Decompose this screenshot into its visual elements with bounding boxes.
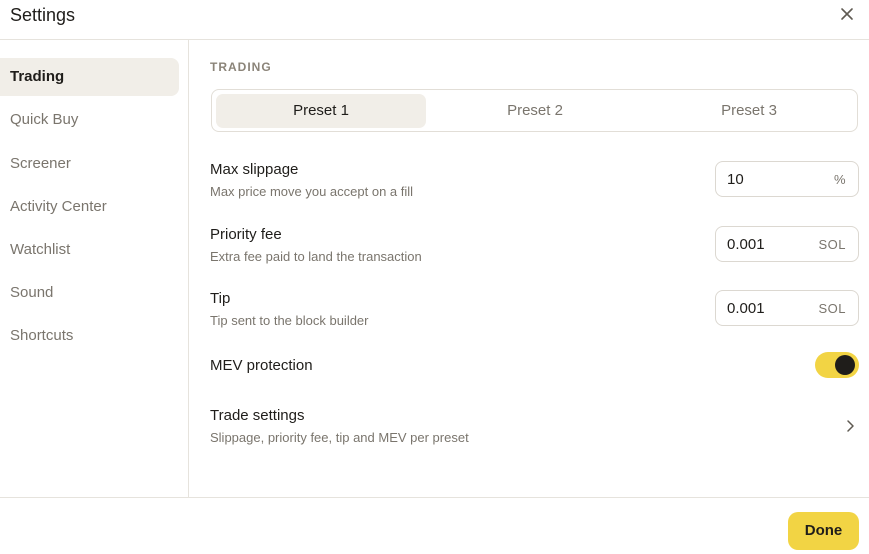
sidebar-item-watchlist[interactable]: Watchlist — [0, 231, 179, 269]
max-slippage-unit: % — [833, 172, 846, 187]
priority-fee-description: Extra fee paid to land the transaction — [210, 249, 422, 264]
tip-description: Tip sent to the block builder — [210, 313, 369, 328]
tab-preset-3[interactable]: Preset 3 — [644, 94, 854, 128]
sidebar-item-trading[interactable]: Trading — [0, 58, 179, 96]
tip-unit: SOL — [818, 301, 846, 316]
sidebar-item-sound[interactable]: Sound — [0, 274, 179, 312]
tip-input[interactable]: 0.001 SOL — [715, 290, 859, 326]
max-slippage-value: 10 — [727, 171, 744, 188]
sidebar-item-screener[interactable]: Screener — [0, 145, 179, 183]
trading-settings-panel: TRADING Preset 1 Preset 2 Preset 3 Max s… — [189, 40, 869, 497]
done-button[interactable]: Done — [788, 512, 859, 550]
close-icon[interactable] — [837, 4, 857, 24]
settings-sidebar: Trading Quick Buy Screener Activity Cent… — [0, 40, 189, 497]
tab-preset-2[interactable]: Preset 2 — [430, 94, 640, 128]
sidebar-item-activity-center[interactable]: Activity Center — [0, 188, 179, 226]
dialog-header: Settings — [0, 0, 869, 40]
toggle-knob — [835, 355, 855, 375]
section-label: TRADING — [210, 60, 272, 74]
tip-value: 0.001 — [727, 300, 765, 317]
max-slippage-input[interactable]: 10 % — [715, 161, 859, 197]
settings-dialog: Settings Trading Quick Buy Screener Acti… — [0, 0, 869, 554]
dialog-title: Settings — [10, 5, 76, 25]
mev-protection-title: MEV protection — [210, 357, 313, 374]
chevron-right-icon[interactable] — [843, 417, 857, 435]
dialog-footer: Done — [0, 497, 869, 554]
tip-title: Tip — [210, 290, 231, 307]
priority-fee-input[interactable]: 0.001 SOL — [715, 226, 859, 262]
priority-fee-value: 0.001 — [727, 236, 765, 253]
priority-fee-title: Priority fee — [210, 226, 282, 243]
max-slippage-description: Max price move you accept on a fill — [210, 184, 414, 199]
mev-protection-toggle[interactable] — [815, 352, 859, 378]
priority-fee-unit: SOL — [818, 237, 846, 252]
max-slippage-title: Max slippage — [210, 161, 299, 178]
trade-settings-title[interactable]: Trade settings — [210, 407, 305, 424]
sidebar-item-shortcuts[interactable]: Shortcuts — [0, 317, 179, 355]
trade-settings-description: Slippage, priority fee, tip and MEV per … — [210, 430, 469, 445]
tab-preset-1[interactable]: Preset 1 — [216, 94, 426, 128]
sidebar-item-quick-buy[interactable]: Quick Buy — [0, 101, 179, 139]
preset-tabs: Preset 1 Preset 2 Preset 3 — [211, 89, 858, 132]
